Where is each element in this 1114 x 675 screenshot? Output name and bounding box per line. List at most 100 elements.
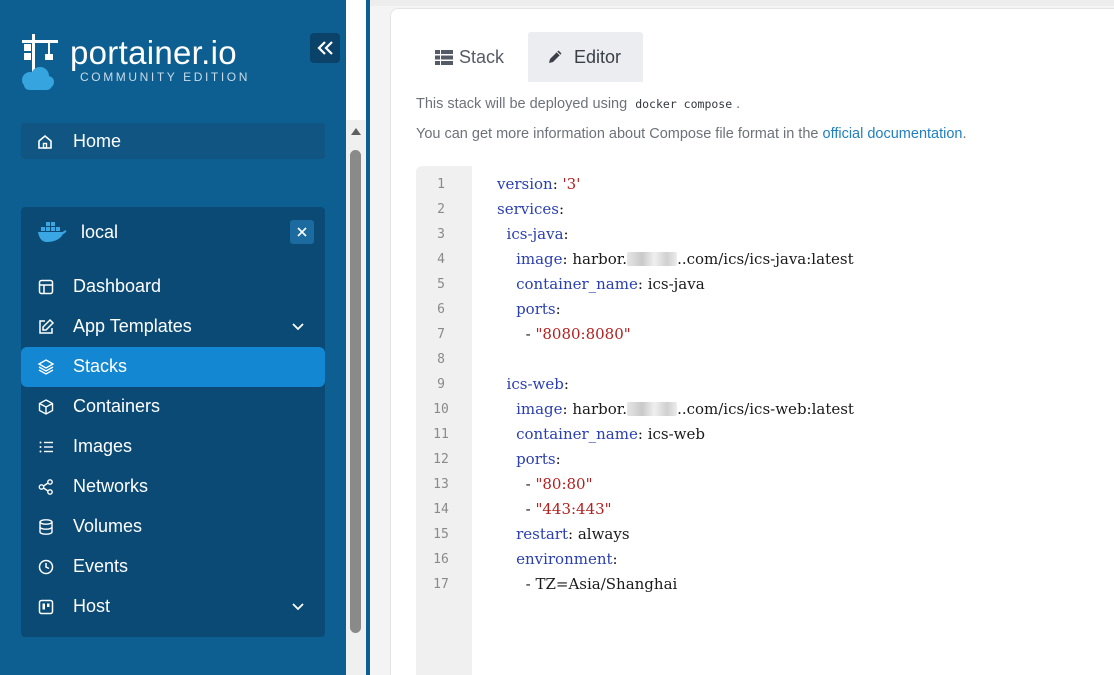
sidebar-item-volumes[interactable]: Volumes xyxy=(21,507,325,547)
line-number: 9 xyxy=(437,377,445,392)
code-editor[interactable]: 1 2 3 4 5 6 7 8 9 10 11 12 13 14 15 16 17 version: '3' ser… xyxy=(416,166,1114,675)
sidebar-item-images[interactable]: Images xyxy=(21,427,325,467)
stack-editor-card: Stack Editor This stack will be deployed… xyxy=(390,8,1114,675)
tab-stack[interactable]: Stack xyxy=(435,32,504,82)
line-number: 5 xyxy=(437,277,445,292)
official-documentation-link[interactable]: official documentation xyxy=(823,126,963,142)
brand-edition: COMMUNITY EDITION xyxy=(80,70,250,84)
line-number: 7 xyxy=(437,327,445,342)
brand-name: portainer.io xyxy=(70,34,237,71)
yaml-string: '3' xyxy=(562,175,581,193)
sidebar-item-label: Networks xyxy=(73,476,149,496)
sidebar-item-app-templates[interactable]: App Templates xyxy=(21,307,325,347)
yaml-value: ..com/ics/ics-java:latest xyxy=(677,250,854,268)
line-number: 3 xyxy=(437,227,445,242)
line-number: 10 xyxy=(433,402,449,417)
dashboard-icon xyxy=(38,279,54,295)
code-line: image: harbor. ..com/ics/ics-web:latest xyxy=(516,400,854,418)
line-number-gutter xyxy=(416,166,472,675)
sidebar-item-label: Dashboard xyxy=(73,276,162,296)
portainer-logo[interactable]: portainer.io COMMUNITY EDITION xyxy=(18,32,268,92)
code-line: environment: xyxy=(516,550,618,568)
sidebar-item-label: Events xyxy=(73,556,129,576)
sidebar-item-label: Images xyxy=(73,436,133,456)
code-line: container_name: ics-java xyxy=(516,275,705,293)
code-line: - "8080:8080" xyxy=(525,325,631,343)
sidebar-item-networks[interactable]: Networks xyxy=(21,467,325,507)
line-number: 13 xyxy=(433,477,449,492)
table-icon xyxy=(435,49,453,65)
triangle-up-icon xyxy=(351,127,361,135)
code-line: ports: xyxy=(516,300,561,318)
main-area: Stack Editor This stack will be deployed… xyxy=(370,0,1114,675)
docker-icon xyxy=(38,222,67,242)
deploy-info-text: This stack will be deployed using docker… xyxy=(416,96,740,112)
yaml-value: harbor. xyxy=(572,250,628,268)
sidebar-item-host[interactable]: Host xyxy=(21,587,325,627)
code-line: ics-web: xyxy=(506,375,569,393)
sidebar-item-home[interactable]: Home xyxy=(21,123,325,159)
yaml-key: ics-web xyxy=(506,375,564,393)
list-icon xyxy=(39,441,53,453)
yaml-key: version xyxy=(497,175,553,193)
yaml-key: services xyxy=(497,200,559,218)
code-line: - "80:80" xyxy=(525,475,593,493)
scrollbar-thumb[interactable] xyxy=(350,150,361,633)
sidebar: portainer.io COMMUNITY EDITION Home loca… xyxy=(0,0,346,675)
sidebar-item-stacks[interactable]: Stacks xyxy=(21,347,325,387)
line-number: 11 xyxy=(433,427,449,442)
yaml-value: harbor. xyxy=(572,400,628,418)
compose-doc-suffix: . xyxy=(962,126,967,142)
redacted-text xyxy=(627,252,678,266)
close-icon xyxy=(297,227,307,237)
line-number: 12 xyxy=(433,452,449,467)
code-line: image: harbor. ..com/ics/ics-java:latest xyxy=(516,250,854,268)
yaml-string: "80:80" xyxy=(535,475,593,493)
yaml-key: ports xyxy=(516,300,556,318)
line-number: 2 xyxy=(437,202,445,217)
environment-panel: local Dashboard App Templates Stacks Con… xyxy=(21,207,325,637)
line-number: 6 xyxy=(437,302,445,317)
tab-editor[interactable]: Editor xyxy=(528,32,643,82)
code-line: container_name: ics-web xyxy=(516,425,705,443)
close-environment-button[interactable] xyxy=(290,220,314,244)
sidebar-item-containers[interactable]: Containers xyxy=(21,387,325,427)
home-icon xyxy=(38,134,52,149)
sidebar-item-label: Stacks xyxy=(73,356,128,376)
database-icon xyxy=(39,519,53,535)
deploy-info-suffix: . xyxy=(736,96,741,112)
line-number: 14 xyxy=(433,502,449,517)
scroll-up-arrow[interactable] xyxy=(346,120,366,142)
line-number: 17 xyxy=(433,577,449,592)
yaml-key: image xyxy=(516,250,563,268)
collapse-sidebar-button[interactable] xyxy=(310,33,340,63)
yaml-value: always xyxy=(577,525,630,543)
yaml-key: container_name xyxy=(516,275,638,293)
deploy-info-prefix: This stack will be deployed using xyxy=(416,96,628,112)
yaml-string: "443:443" xyxy=(535,500,612,518)
layers-icon xyxy=(37,359,55,375)
code-line: - "443:443" xyxy=(525,500,612,518)
environment-name: local xyxy=(81,222,119,242)
sidebar-item-dashboard[interactable]: Dashboard xyxy=(21,267,325,307)
chevron-down-icon[interactable] xyxy=(291,320,305,334)
portainer-crane-icon xyxy=(22,34,58,90)
yaml-value: ics-java xyxy=(647,275,705,293)
sidebar-item-label: App Templates xyxy=(73,316,192,336)
sidebar-item-events[interactable]: Events xyxy=(21,547,325,587)
environment-header: local xyxy=(21,207,325,257)
yaml-key: container_name xyxy=(516,425,638,443)
code-line: services: xyxy=(497,200,565,218)
chevron-down-icon[interactable] xyxy=(291,600,305,614)
compose-doc-text: You can get more information about Compo… xyxy=(416,126,967,142)
deploy-info-code: docker compose xyxy=(635,97,733,111)
line-number: 15 xyxy=(433,527,449,542)
code-line: ports: xyxy=(516,450,561,468)
sidebar-scrollbar[interactable] xyxy=(346,120,366,675)
share-icon xyxy=(38,479,53,495)
code-line: - TZ=Asia/Shanghai xyxy=(525,575,678,593)
top-strip xyxy=(370,0,1114,6)
host-icon xyxy=(38,599,54,615)
line-number: 1 xyxy=(437,177,445,192)
sidebar-item-label: Volumes xyxy=(73,516,143,536)
